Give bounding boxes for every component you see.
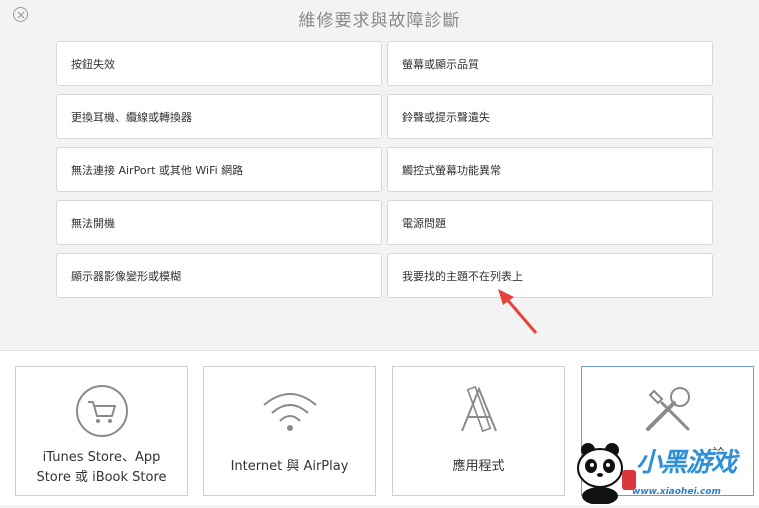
cart-icon — [75, 385, 128, 437]
issue-option-label: 電源問題 — [402, 217, 446, 230]
issue-option-no-power-on[interactable]: 無法開機 — [56, 200, 382, 245]
issue-option-buttons[interactable]: 按鈕失效 — [56, 41, 382, 86]
page-title: 維修要求與故障診斷 — [298, 11, 461, 31]
issue-option-wifi[interactable]: 無法連接 AirPort 或其他 WiFi 網路 — [56, 147, 382, 192]
issue-option-label: 我要找的主題不在列表上 — [402, 270, 523, 283]
issue-option-label: 更換耳機、纜線或轉換器 — [71, 111, 192, 124]
issue-option-label: 鈴聲或提示聲遺失 — [402, 111, 490, 124]
category-itunes-store[interactable]: iTunes Store、App Store 或 iBook Store — [15, 366, 188, 496]
issue-option-label: 顯示器影像變形或模糊 — [71, 270, 181, 283]
issue-option-label: 觸控式螢幕功能異常 — [402, 164, 501, 177]
issue-option-sound[interactable]: 鈴聲或提示聲遺失 — [387, 94, 713, 139]
issue-option-label: 按鈕失效 — [71, 58, 115, 71]
issue-option-label: 無法連接 AirPort 或其他 WiFi 網路 — [71, 164, 244, 177]
category-label: Internet 與 AirPlay — [230, 459, 349, 474]
app-store-icon — [460, 385, 497, 433]
issue-option-not-listed[interactable]: 我要找的主題不在列表上 — [387, 253, 713, 298]
issue-option-power[interactable]: 電源問題 — [387, 200, 713, 245]
category-label: 應用程式 — [452, 459, 505, 474]
category-internet-airplay[interactable]: Internet 與 AirPlay — [203, 366, 376, 496]
issue-option-touchscreen[interactable]: 觸控式螢幕功能異常 — [387, 147, 713, 192]
wifi-icon — [262, 393, 317, 431]
issue-option-label: 無法開機 — [71, 217, 115, 230]
category-apps[interactable]: 應用程式 — [392, 366, 565, 496]
issue-option-display[interactable]: 螢幕或顯示品質 — [387, 41, 713, 86]
tools-icon — [645, 387, 690, 431]
category-label-line1: iTunes Store、App — [42, 450, 161, 465]
watermark-url: www.xiaohei.com — [632, 487, 721, 497]
issue-option-label: 螢幕或顯示品質 — [402, 58, 479, 71]
watermark-logo: 小黑游戏 — [636, 448, 737, 478]
panda-mascot-icon — [577, 443, 636, 505]
category-label-line2: Store 或 iBook Store — [36, 470, 167, 485]
issue-option-distorted-display[interactable]: 顯示器影像變形或模糊 — [56, 253, 382, 298]
watermark: 小黑游戏 www.xiaohei.com — [570, 440, 759, 505]
issue-option-accessories[interactable]: 更換耳機、纜線或轉換器 — [56, 94, 382, 139]
